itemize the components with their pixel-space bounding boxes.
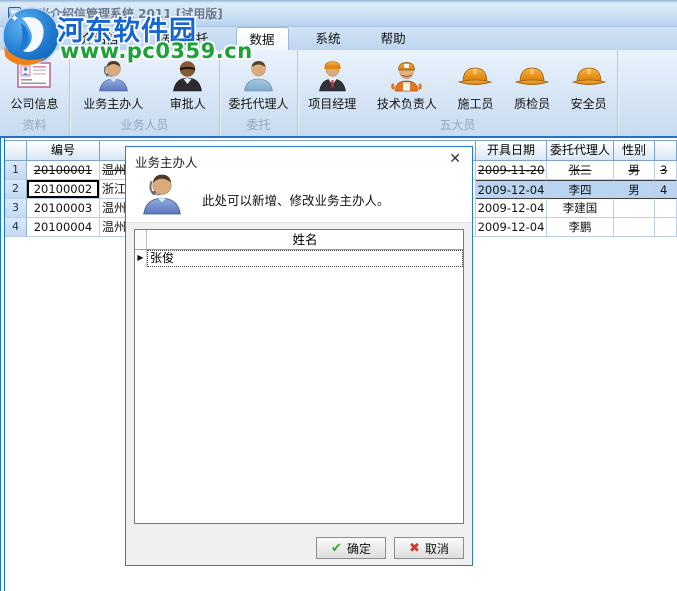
header-gender[interactable]: 性别 <box>614 140 655 161</box>
date-cell[interactable]: 2009-12-04 <box>476 218 547 237</box>
row-number-cell[interactable]: 3 <box>5 199 27 218</box>
approver-label: 审批人 <box>169 97 206 111</box>
hardhat-icon <box>514 57 550 93</box>
entrusted-agent-label: 委托代理人 <box>228 97 289 111</box>
ok-button-label: 确定 <box>346 541 371 556</box>
project-manager-label: 项目经理 <box>308 97 357 111</box>
company-info-button[interactable]: 公司信息 <box>6 55 62 114</box>
close-icon[interactable]: ✕ <box>449 151 461 167</box>
id-cell[interactable]: 20100004 <box>27 218 100 237</box>
ribbon-spacer <box>618 50 677 136</box>
extra-cell[interactable] <box>655 199 677 218</box>
id-cell[interactable]: 20100003 <box>27 199 100 218</box>
extra-cell[interactable]: 3 <box>655 161 677 180</box>
person-headset-icon <box>95 57 131 93</box>
quality-inspector-button[interactable]: 质检员 <box>510 55 554 114</box>
tab-legal-entrust[interactable]: 法人委托 <box>146 27 222 50</box>
list-header-row: 姓名 <box>135 230 463 250</box>
project-manager-button[interactable]: 项目经理 <box>304 55 360 114</box>
gender-cell[interactable] <box>614 199 655 218</box>
row-number-cell[interactable]: 4 <box>5 218 27 237</box>
date-cell[interactable]: 2009-11-20 <box>476 161 547 180</box>
safety-officer-button[interactable]: 安全员 <box>567 55 611 114</box>
header-entrusted-agent[interactable]: 委托代理人 <box>547 140 614 161</box>
header-extra[interactable] <box>655 140 677 161</box>
app-icon <box>8 7 21 20</box>
list-indicator-header <box>135 230 147 249</box>
worker-helmet-icon <box>389 57 425 93</box>
ribbon-group-material: 公司信息 资料 <box>0 50 70 136</box>
person-suit-dark-icon <box>170 57 206 93</box>
ribbon-group-five-roles: 项目经理 技术负责人 施工员 质检员 安全员 五大员 <box>298 50 618 136</box>
business-handler-button[interactable]: 业务主办人 <box>79 55 147 114</box>
hardhat-icon <box>457 57 493 93</box>
list-item-name[interactable]: 张俊 <box>147 250 463 267</box>
construction-worker-label: 施工员 <box>457 97 494 111</box>
entrusted-agent-button[interactable]: 委托代理人 <box>224 55 292 114</box>
id-cell[interactable]: 20100001 <box>27 161 100 180</box>
x-icon: ✖ <box>409 540 420 556</box>
construction-worker-button[interactable]: 施工员 <box>453 55 497 114</box>
ok-button[interactable]: ✔ 确定 <box>316 537 386 559</box>
app-window: 蓝光介绍信管理系统 2011 [试用版] ▾ 介绍信 法人委托 数据 系统 帮助 <box>0 0 677 591</box>
group-label-five-roles: 五大员 <box>439 118 476 132</box>
agent-cell[interactable]: 李建国 <box>547 199 614 218</box>
extra-cell[interactable]: 4 <box>655 180 677 199</box>
cancel-button[interactable]: ✖ 取消 <box>394 537 464 559</box>
tab-introduction-letter[interactable]: 介绍信 <box>68 27 132 50</box>
id-card-icon <box>16 57 52 93</box>
quality-inspector-label: 质检员 <box>514 97 551 111</box>
tab-help[interactable]: 帮助 <box>368 27 419 50</box>
id-cell-focused[interactable]: 20100002 <box>27 180 100 199</box>
agent-cell[interactable]: 张三 <box>547 161 614 180</box>
technical-lead-button[interactable]: 技术负责人 <box>373 55 441 114</box>
row-number-cell[interactable]: 2 <box>5 180 27 199</box>
group-label-business-staff: 业务人员 <box>120 118 169 132</box>
extra-cell[interactable] <box>655 218 677 237</box>
business-handler-label: 业务主办人 <box>83 97 144 111</box>
header-issue-date[interactable]: 开具日期 <box>476 140 547 161</box>
safety-officer-label: 安全员 <box>570 97 607 111</box>
person-hardhat-suit-icon <box>314 57 350 93</box>
ribbon-group-entrust: 委托代理人 委托 <box>220 50 298 136</box>
hardhat-icon <box>571 57 607 93</box>
person-headset-icon <box>141 170 183 220</box>
list-item[interactable]: ▶ 张俊 <box>135 250 463 267</box>
row-marker-icon: ▶ <box>135 250 147 267</box>
tab-data[interactable]: 数据 <box>235 27 289 50</box>
dialog-header-band: 业务主办人 ✕ 此处可以新增、修改业务主办人。 <box>126 147 472 223</box>
ribbon-tab-strip: ▾ 介绍信 法人委托 数据 系统 帮助 <box>0 27 677 50</box>
group-label-material: 资料 <box>22 118 47 132</box>
name-list: 姓名 ▶ 张俊 <box>134 229 464 524</box>
date-cell[interactable]: 2009-12-04 <box>476 180 547 199</box>
list-header-name[interactable]: 姓名 <box>147 230 463 249</box>
quick-access-dropdown-button[interactable]: ▾ <box>36 30 58 47</box>
company-info-label: 公司信息 <box>10 97 59 111</box>
group-label-entrust: 委托 <box>246 118 271 132</box>
check-icon: ✔ <box>331 540 342 556</box>
gender-cell[interactable]: 男 <box>614 180 655 199</box>
row-number-cell[interactable]: 1 <box>5 161 27 180</box>
dialog-title: 业务主办人 <box>135 155 198 170</box>
approver-button[interactable]: 审批人 <box>166 55 210 114</box>
person-blue-icon <box>240 57 276 93</box>
agent-cell[interactable]: 李四 <box>547 180 614 199</box>
ribbon-group-business-staff: 业务主办人 审批人 业务人员 <box>70 50 220 136</box>
tab-system[interactable]: 系统 <box>303 27 354 50</box>
window-title: 蓝光介绍信管理系统 2011 [试用版] <box>26 7 223 21</box>
business-handler-dialog: 业务主办人 ✕ 此处可以新增、修改业务主办人。 姓名 ▶ 张俊 ✔ 确定 ✖ 取… <box>125 146 473 566</box>
technical-lead-label: 技术负责人 <box>376 97 437 111</box>
gender-cell[interactable] <box>614 218 655 237</box>
gender-cell[interactable]: 男 <box>614 161 655 180</box>
dialog-message: 此处可以新增、修改业务主办人。 <box>202 193 390 208</box>
ribbon: 公司信息 资料 业务主办人 审批人 业务人员 委托代理人 委托 项目经理 技术负… <box>0 50 677 138</box>
header-row-selector[interactable] <box>5 140 27 161</box>
date-cell[interactable]: 2009-12-04 <box>476 199 547 218</box>
title-bar: 蓝光介绍信管理系统 2011 [试用版] <box>0 0 677 27</box>
header-id[interactable]: 编号 <box>27 140 100 161</box>
agent-cell[interactable]: 李鹏 <box>547 218 614 237</box>
cancel-button-label: 取消 <box>424 541 449 556</box>
